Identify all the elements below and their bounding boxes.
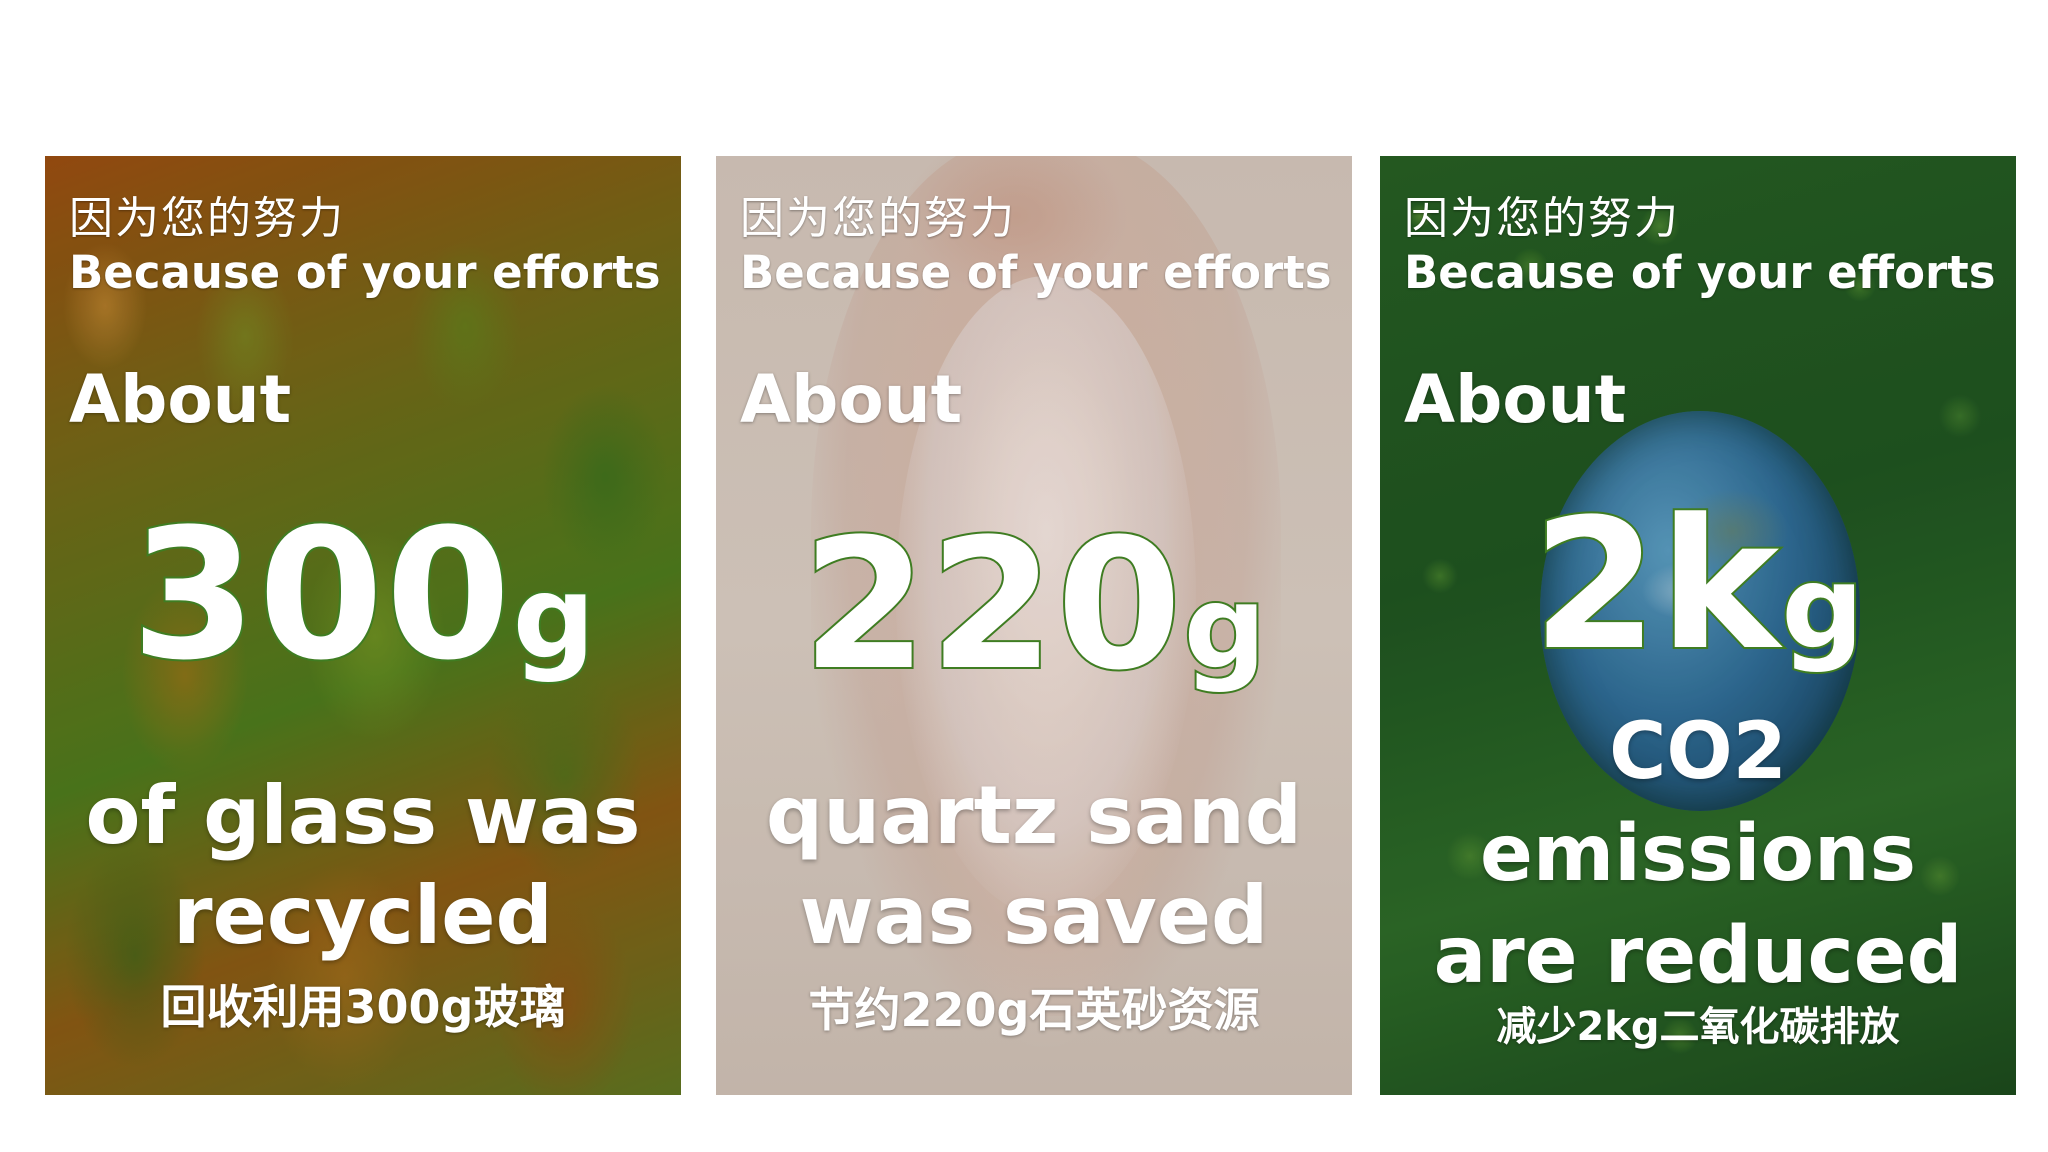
quartz-sand-card: 因为您的努力 Because of your efforts About 220…	[716, 156, 1352, 1095]
description-line: emissions	[1479, 809, 1917, 899]
intro-english: Because of your efforts	[1404, 246, 1996, 299]
impact-description: of glass was recycled	[45, 766, 681, 966]
glass-recycling-card: 因为您的努力 Because of your efforts About 300…	[45, 156, 681, 1095]
intro-english: Because of your efforts	[740, 246, 1332, 299]
intro-chinese: 因为您的努力	[740, 193, 1016, 244]
impact-description: quartz sand was saved	[716, 766, 1352, 966]
amount-number: 300	[129, 489, 513, 702]
amount-unit: g	[511, 549, 597, 687]
summary-chinese: 回收利用300g玻璃	[160, 980, 566, 1034]
description-line: was saved	[799, 869, 1269, 962]
amount-unit: g	[1779, 539, 1865, 677]
intro-chinese: 因为您的努力	[1404, 193, 1680, 244]
amount-number: 2k	[1530, 479, 1782, 692]
about-label: About	[740, 361, 963, 438]
co2-reduction-card: 因为您的努力 Because of your efforts About 2kg…	[1380, 156, 2016, 1095]
summary-chinese: 减少2kg二氧化碳排放	[1496, 1004, 1900, 1050]
intro-english: Because of your efforts	[69, 246, 661, 299]
amount-value: 2kg	[1380, 479, 2016, 692]
description-line: of glass was	[85, 769, 641, 862]
description-line: CO2	[1609, 707, 1787, 797]
description-line: quartz sand	[765, 769, 1303, 862]
about-label: About	[1404, 361, 1627, 438]
amount-value: 220g	[716, 499, 1352, 712]
summary-chinese: 节约220g石英砂资源	[808, 983, 1260, 1037]
about-label: About	[69, 361, 292, 438]
description-line: are reduced	[1433, 911, 1963, 1001]
impact-description: CO2 emissions are reduced	[1380, 701, 2016, 1007]
amount-unit: g	[1182, 559, 1268, 697]
description-line: recycled	[173, 869, 553, 962]
amount-value: 300g	[45, 489, 681, 702]
intro-chinese: 因为您的努力	[69, 193, 345, 244]
amount-number: 220	[800, 499, 1184, 712]
